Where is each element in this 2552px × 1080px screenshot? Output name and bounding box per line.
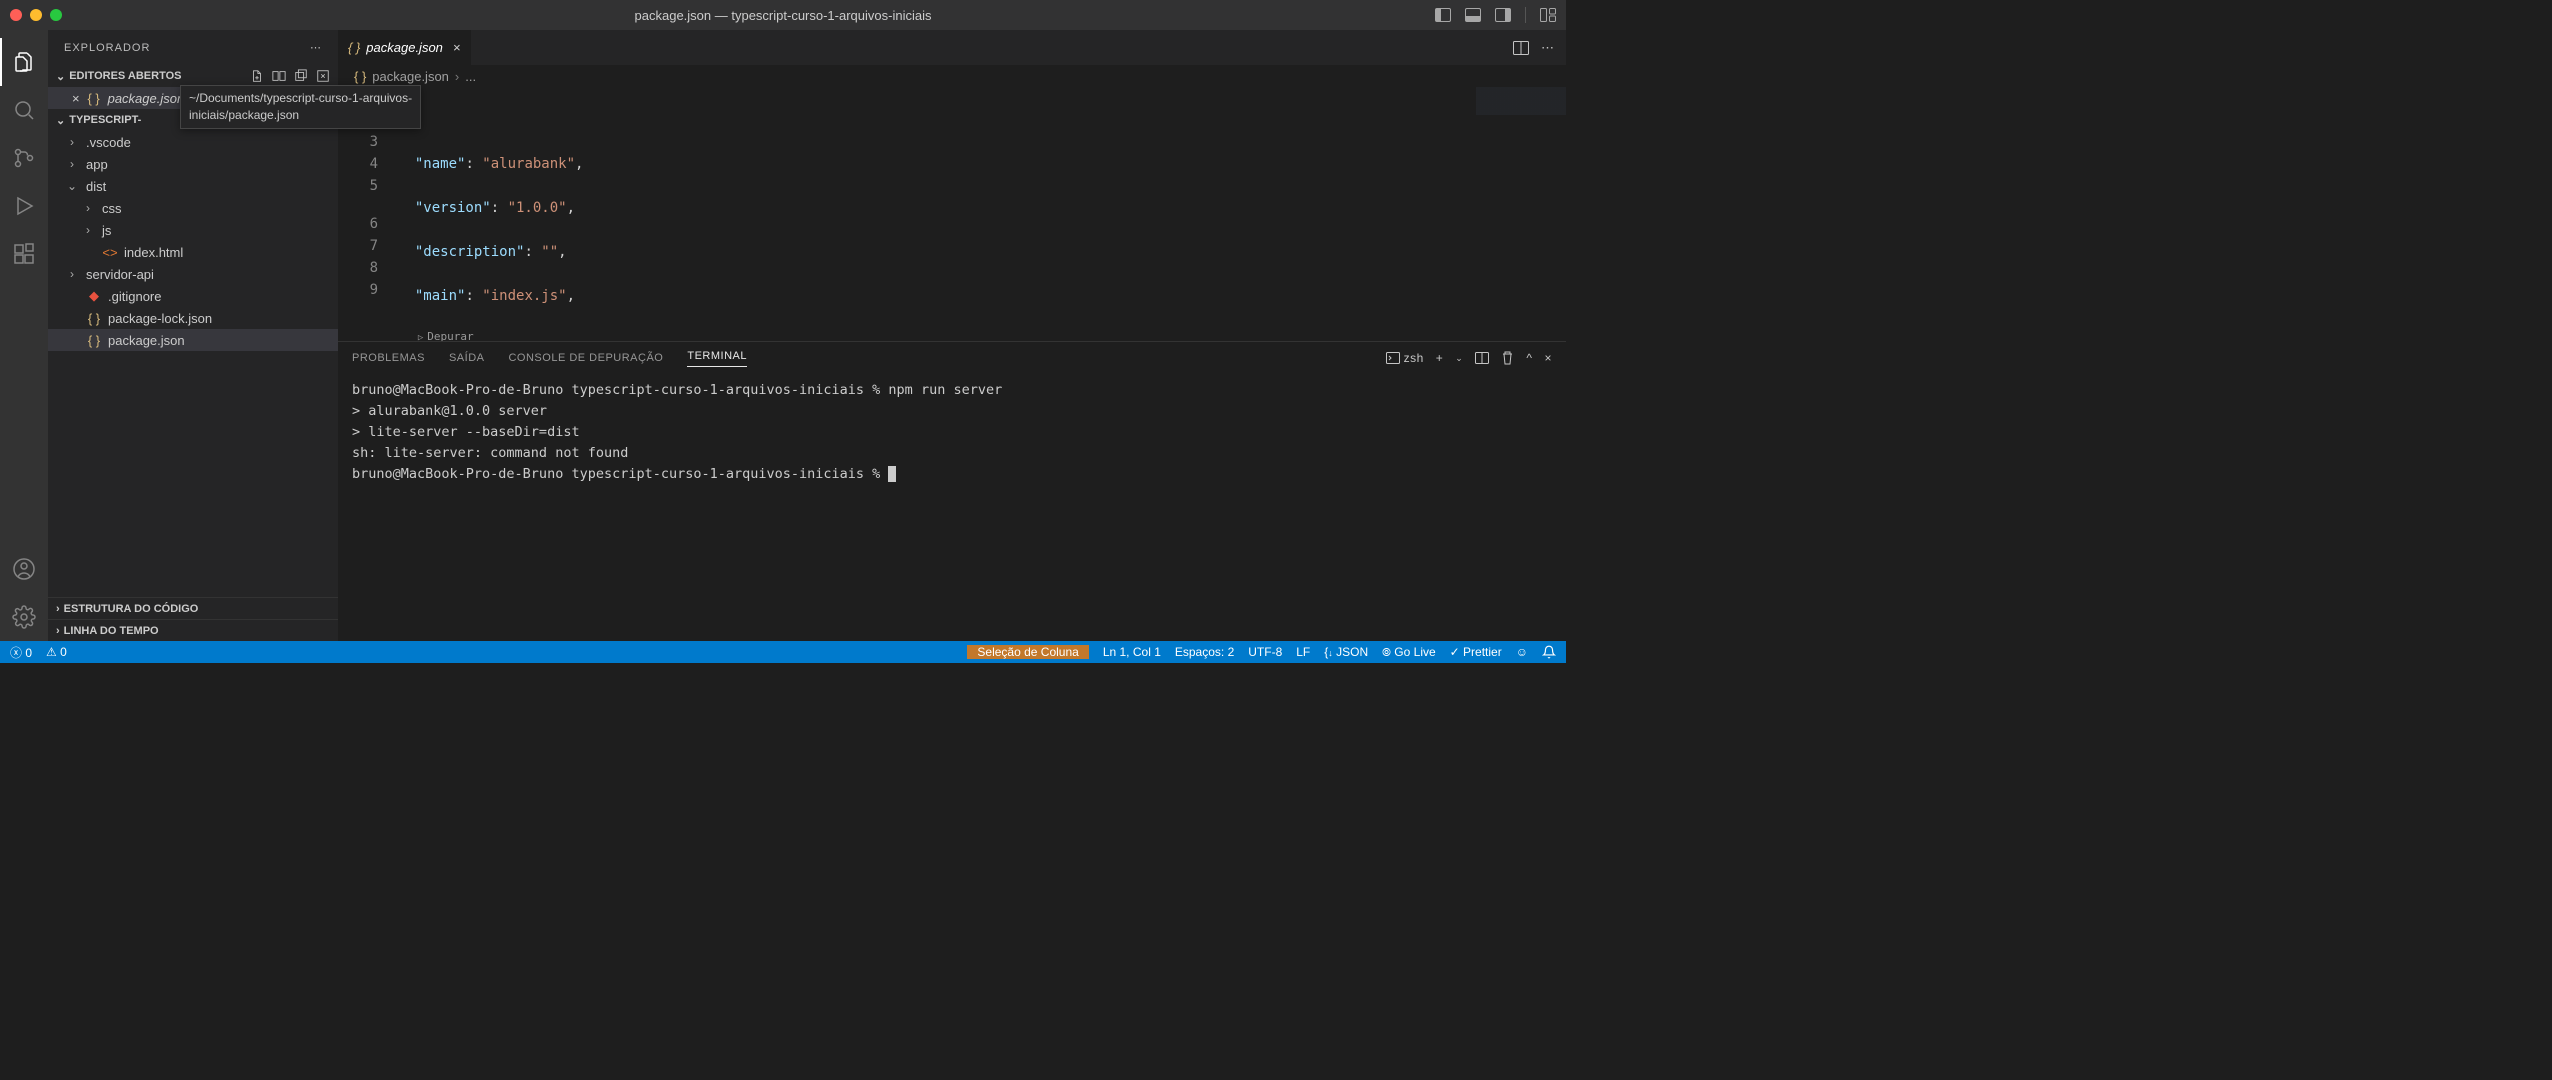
sidebar: EXPLORADOR ⋯ ⌄ EDITORES ABERTOS × { } pa…	[48, 30, 338, 641]
terminal-cursor	[888, 466, 896, 482]
html-icon: <>	[102, 245, 118, 260]
new-terminal-icon[interactable]: +	[1436, 351, 1444, 365]
file-index-html[interactable]: <>index.html	[48, 241, 338, 263]
status-feedback-icon[interactable]: ☺	[1516, 645, 1528, 659]
folder-servidor-api[interactable]: ›servidor-api	[48, 263, 338, 285]
panel: PROBLEMAS SAÍDA CONSOLE DE DEPURAÇÃO TER…	[338, 341, 1566, 641]
tab-more-icon[interactable]: ⋯	[1541, 40, 1554, 56]
panel-toggle-right-icon[interactable]	[1495, 8, 1511, 22]
debug-codelens[interactable]: ▷Depurar	[398, 329, 1566, 341]
json-braces-icon: { }	[354, 69, 366, 84]
json-braces-icon: { }	[86, 311, 102, 326]
folder-js[interactable]: ›js	[48, 219, 338, 241]
status-column-selection[interactable]: Seleção de Coluna	[967, 645, 1088, 659]
tab-package-json[interactable]: { } package.json ×	[338, 30, 472, 65]
status-cursor-position[interactable]: Ln 1, Col 1	[1103, 645, 1161, 659]
timeline-header[interactable]: ›LINHA DO TEMPO	[48, 619, 338, 641]
close-panel-icon[interactable]: ×	[1544, 351, 1552, 365]
activity-bar	[0, 30, 48, 641]
json-braces-icon: { }	[86, 91, 102, 106]
file-gitignore[interactable]: ◆.gitignore	[48, 285, 338, 307]
status-bell-icon[interactable]	[1542, 645, 1556, 659]
kill-terminal-icon[interactable]	[1501, 351, 1514, 365]
folder-dist[interactable]: ⌄dist	[48, 175, 338, 197]
status-eol[interactable]: LF	[1296, 645, 1310, 659]
status-errors[interactable]: ⓧ 0	[10, 644, 32, 661]
close-tab-icon[interactable]: ×	[453, 40, 461, 55]
status-language-mode[interactable]: {↓ JSON	[1324, 645, 1368, 659]
sidebar-title: EXPLORADOR	[64, 42, 150, 54]
code-content[interactable]: { "name": "alurabank", "version": "1.0.0…	[398, 87, 1566, 341]
open-file-label: package.json	[108, 91, 185, 106]
split-editor-icon[interactable]	[1513, 41, 1529, 55]
toggle-layout-icon[interactable]	[272, 69, 286, 83]
minimap[interactable]	[1476, 87, 1566, 341]
window-minimize-icon[interactable]	[30, 9, 42, 21]
status-encoding[interactable]: UTF-8	[1248, 645, 1282, 659]
folder-css[interactable]: ›css	[48, 197, 338, 219]
json-braces-icon: { }	[86, 333, 102, 348]
close-all-icon[interactable]	[316, 69, 330, 83]
window-title: package.json — typescript-curso-1-arquiv…	[635, 8, 932, 23]
panel-tab-debug-console[interactable]: CONSOLE DE DEPURAÇÃO	[508, 352, 663, 364]
terminal-dropdown-icon[interactable]: ⌄	[1455, 353, 1463, 364]
close-editor-icon[interactable]: ×	[72, 91, 80, 106]
json-braces-icon: { }	[348, 40, 360, 55]
activity-debug-icon[interactable]	[0, 182, 48, 230]
maximize-panel-icon[interactable]: ^	[1526, 351, 1532, 365]
statusbar: ⓧ 0 ⚠ 0 Seleção de Coluna Ln 1, Col 1 Es…	[0, 641, 1566, 663]
status-indentation[interactable]: Espaços: 2	[1175, 645, 1234, 659]
save-all-icon[interactable]	[294, 69, 308, 83]
terminal[interactable]: bruno@MacBook-Pro-de-Bruno typescript-cu…	[338, 374, 1566, 641]
activity-explorer-icon[interactable]	[0, 38, 48, 86]
activity-search-icon[interactable]	[0, 86, 48, 134]
breadcrumb[interactable]: { } package.json › ...	[338, 65, 1566, 87]
status-warnings[interactable]: ⚠ 0	[46, 645, 67, 659]
git-icon: ◆	[86, 288, 102, 304]
split-terminal-icon[interactable]	[1475, 352, 1489, 364]
activity-account-icon[interactable]	[0, 545, 48, 593]
panel-tab-output[interactable]: SAÍDA	[449, 352, 485, 364]
outline-header[interactable]: ›ESTRUTURA DO CÓDIGO	[48, 597, 338, 619]
new-file-icon[interactable]	[250, 69, 264, 83]
status-go-live[interactable]: ⦾ Go Live	[1382, 645, 1436, 660]
window-zoom-icon[interactable]	[50, 9, 62, 21]
editor[interactable]: 1 2 3 4 5 6 7 8 9 { "name": "alurabank",…	[338, 87, 1566, 341]
tabs-bar: { } package.json × ⋯	[338, 30, 1566, 65]
folder-vscode[interactable]: ›.vscode	[48, 131, 338, 153]
panel-tab-terminal[interactable]: TERMINAL	[687, 350, 747, 367]
titlebar: package.json — typescript-curso-1-arquiv…	[0, 0, 1566, 30]
panel-toggle-bottom-icon[interactable]	[1465, 8, 1481, 22]
folder-app[interactable]: ›app	[48, 153, 338, 175]
terminal-shell-selector[interactable]: zsh	[1386, 351, 1424, 365]
file-path-tooltip: ~/Documents/typescript-curso-1-arquivos-…	[180, 85, 338, 129]
file-package-json[interactable]: { }package.json	[48, 329, 338, 351]
status-prettier[interactable]: ✓ Prettier	[1450, 645, 1502, 659]
file-package-lock[interactable]: { }package-lock.json	[48, 307, 338, 329]
window-close-icon[interactable]	[10, 9, 22, 21]
panel-tab-problems[interactable]: PROBLEMAS	[352, 352, 425, 364]
customize-layout-icon[interactable]	[1540, 8, 1556, 22]
activity-extensions-icon[interactable]	[0, 230, 48, 278]
sidebar-more-icon[interactable]: ⋯	[310, 41, 322, 54]
activity-settings-icon[interactable]	[0, 593, 48, 641]
activity-scm-icon[interactable]	[0, 134, 48, 182]
open-editors-header[interactable]: ⌄ EDITORES ABERTOS	[48, 65, 338, 87]
panel-toggle-left-icon[interactable]	[1435, 8, 1451, 22]
